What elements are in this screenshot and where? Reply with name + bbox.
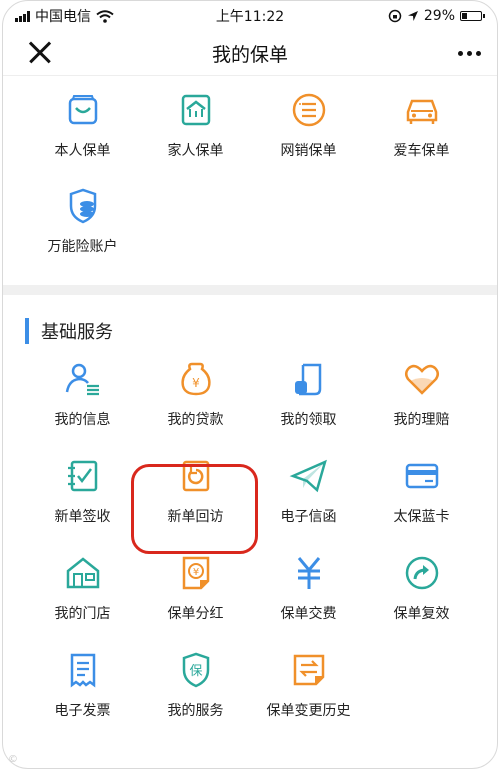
- nav-bar: 我的保单: [3, 31, 497, 75]
- policy-item-label: 网销保单: [280, 143, 337, 159]
- service-item-label: 我的贷款: [167, 412, 224, 428]
- family-house-icon: [176, 90, 216, 130]
- dividend-doc-icon: ¥: [176, 553, 216, 593]
- service-item-8[interactable]: 太保蓝卡: [365, 456, 478, 553]
- policy-item-5[interactable]: 万能险账户: [26, 186, 139, 282]
- yuan-icon: [289, 553, 329, 593]
- policy-grid: 本人保单 家人保单 网销保单 爱车保单万能险账户: [26, 90, 497, 282]
- car-icon: [402, 90, 442, 130]
- services-section: 基础服务 我的信息 ¥ 我的贷款 我的领取 我的理赔 新单签收 新单回访 电子信函 太保蓝卡 我的…: [3, 295, 497, 747]
- service-item-11[interactable]: 保单交费: [252, 553, 365, 650]
- service-item-label: 我的理赔: [393, 412, 450, 428]
- service-item-label: 我的领取: [280, 412, 337, 428]
- user-info-icon: [63, 359, 103, 399]
- carrier-name: 中国电信: [35, 9, 91, 25]
- signal-icon: [15, 10, 30, 22]
- service-item-4[interactable]: 我的理赔: [365, 359, 478, 456]
- service-item-label: 保单分红: [167, 606, 224, 622]
- service-item-label: 保单复效: [393, 606, 450, 622]
- service-item-label: 电子信函: [280, 509, 337, 525]
- policy-item-label: 家人保单: [167, 143, 224, 159]
- battery-icon: [460, 11, 485, 21]
- heart-icon: [402, 359, 442, 399]
- service-item-13[interactable]: 电子发票: [26, 650, 139, 747]
- service-item-label: 电子发票: [54, 703, 111, 719]
- shield-coins-icon: [63, 186, 103, 226]
- service-item-15[interactable]: 保单变更历史: [252, 650, 365, 747]
- phone-frame: 中国电信 上午11:22 29% 我的保单 本人保单 家人保单 网销保单 爱车保…: [2, 0, 498, 769]
- store-icon: [63, 553, 103, 593]
- policy-item-1[interactable]: 本人保单: [26, 90, 139, 186]
- svg-text:¥: ¥: [192, 376, 200, 390]
- list-circle-icon: [289, 90, 329, 130]
- service-shield-icon: 保: [176, 650, 216, 690]
- service-item-6[interactable]: 新单回访: [139, 456, 252, 553]
- service-item-9[interactable]: 我的门店: [26, 553, 139, 650]
- policy-item-label: 爱车保单: [393, 143, 450, 159]
- service-item-label: 新单回访: [167, 509, 224, 525]
- close-button[interactable]: [27, 40, 53, 66]
- service-item-label: 保单变更历史: [266, 703, 351, 719]
- wifi-icon: [96, 9, 114, 23]
- receipt-scroll-icon: [289, 359, 329, 399]
- service-item-label: 我的服务: [167, 703, 224, 719]
- section-title: 基础服务: [41, 322, 113, 343]
- service-item-label: 保单交费: [280, 606, 337, 622]
- paper-plane-icon: [289, 456, 329, 496]
- policy-item-2[interactable]: 家人保单: [139, 90, 252, 186]
- more-button[interactable]: [458, 45, 481, 62]
- policy-item-label: 万能险账户: [47, 239, 118, 255]
- policy-item-label: 本人保单: [54, 143, 111, 159]
- service-item-1[interactable]: 我的信息: [26, 359, 139, 456]
- card-icon: [402, 456, 442, 496]
- status-bar: 中国电信 上午11:22 29%: [3, 1, 497, 31]
- section-divider: [3, 285, 497, 295]
- bag-icon: [63, 90, 103, 130]
- revisit-icon: [176, 456, 216, 496]
- service-item-12[interactable]: 保单复效: [365, 553, 478, 650]
- svg-text:保: 保: [189, 664, 202, 679]
- service-item-5[interactable]: 新单签收: [26, 456, 139, 553]
- service-item-2[interactable]: ¥ 我的贷款: [139, 359, 252, 456]
- policy-item-4[interactable]: 爱车保单: [365, 90, 478, 186]
- location-icon: [407, 11, 418, 21]
- money-bag-icon: ¥: [176, 359, 216, 399]
- lock-rotation-icon: [388, 9, 402, 23]
- section-header: 基础服务: [25, 317, 497, 345]
- service-item-label: 太保蓝卡: [393, 509, 450, 525]
- change-history-icon: [289, 650, 329, 690]
- page-title: 我的保单: [211, 43, 288, 66]
- invoice-icon: [63, 650, 103, 690]
- service-item-label: 我的信息: [54, 412, 111, 428]
- service-item-label: 我的门店: [54, 606, 111, 622]
- service-item-label: 新单签收: [54, 509, 111, 525]
- service-grid: 我的信息 ¥ 我的贷款 我的领取 我的理赔新单签收 新单回访 电子信函 太保蓝卡我的门店 ¥ 保单…: [26, 359, 497, 747]
- policy-section: 本人保单 家人保单 网销保单 爱车保单万能险账户: [3, 75, 497, 285]
- policy-item-3[interactable]: 网销保单: [252, 90, 365, 186]
- watermark: ©︎: [8, 754, 18, 765]
- service-item-14[interactable]: 保我的服务: [139, 650, 252, 747]
- redo-circle-icon: [402, 553, 442, 593]
- svg-text:¥: ¥: [192, 567, 198, 578]
- section-accent-bar: [25, 318, 29, 344]
- battery-percent: 29%: [423, 8, 455, 24]
- service-item-3[interactable]: 我的领取: [252, 359, 365, 456]
- service-item-10[interactable]: ¥ 保单分红: [139, 553, 252, 650]
- service-item-7[interactable]: 电子信函: [252, 456, 365, 553]
- checklist-icon: [63, 456, 103, 496]
